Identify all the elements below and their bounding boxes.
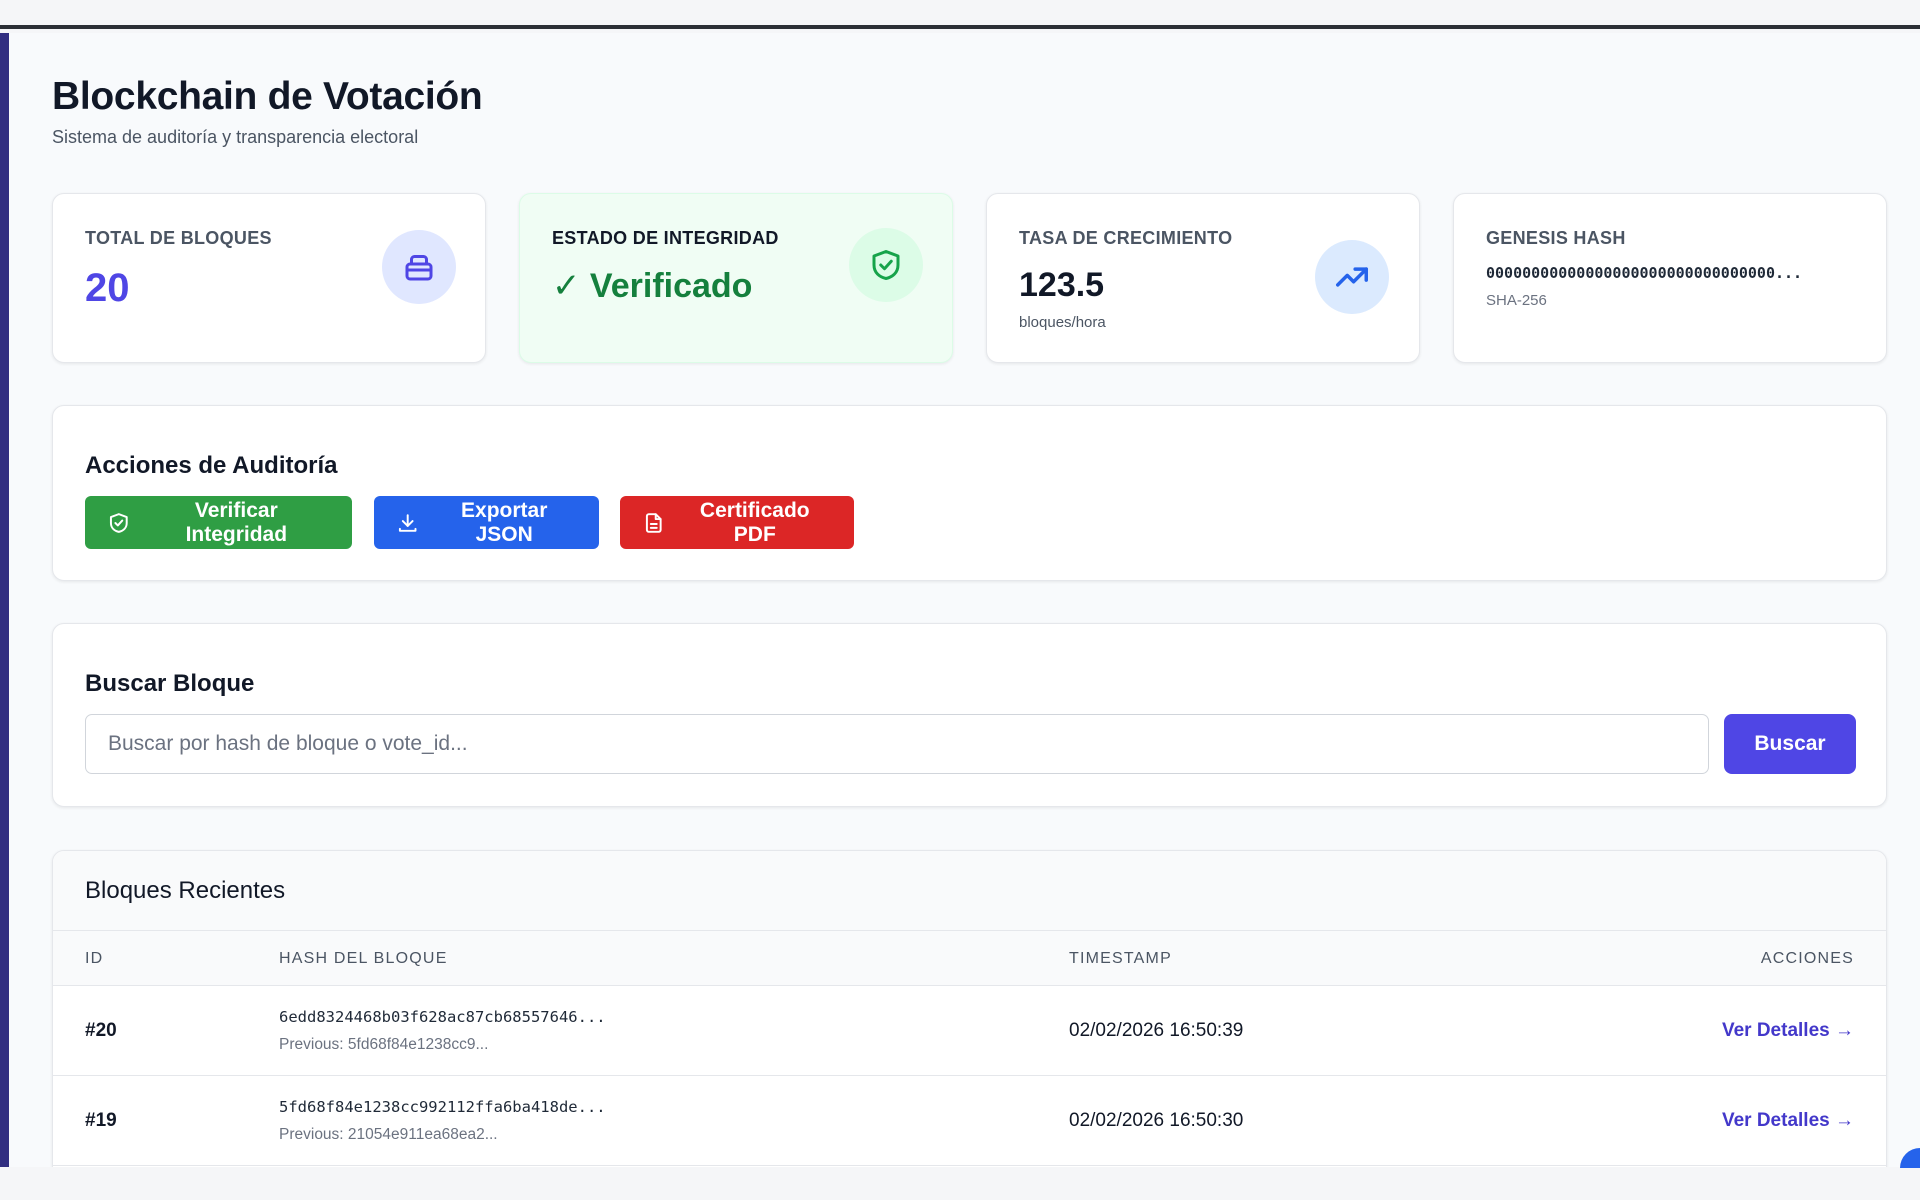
page-title: Blockchain de Votación xyxy=(52,75,483,118)
table-row: #20 6edd8324468b03f628ac87cb68557646... … xyxy=(53,986,1886,1076)
view-details-link[interactable]: Ver Detalles → xyxy=(1722,1110,1854,1132)
shield-check-icon xyxy=(849,228,923,302)
stat-label: TOTAL DE BLOQUES xyxy=(85,228,272,248)
block-timestamp: 02/02/2026 16:50:39 xyxy=(1069,1020,1244,1041)
page-subtitle: Sistema de auditoría y transparencia ele… xyxy=(52,127,419,147)
column-header-hash: HASH DEL BLOQUE xyxy=(279,950,448,967)
column-header-timestamp: TIMESTAMP xyxy=(1069,950,1172,967)
document-icon xyxy=(645,512,662,533)
stat-card-integrity: ESTADO DE INTEGRIDAD ✓ Verificado xyxy=(519,193,953,363)
hash-algorithm: SHA-256 xyxy=(1486,292,1547,309)
section-title: Bloques Recientes xyxy=(85,877,286,904)
search-input[interactable] xyxy=(85,714,1709,774)
view-details-link[interactable]: Ver Detalles → xyxy=(1722,1020,1854,1042)
window-bottom-strip xyxy=(0,1167,1920,1200)
trending-up-icon xyxy=(1315,240,1389,314)
previous-hash: Previous: 21054e911ea68ea2... xyxy=(279,1126,498,1143)
stats-row: TOTAL DE BLOQUES 20 ESTADO DE INTEGRIDAD… xyxy=(52,193,1887,363)
table-header-bar: Bloques Recientes xyxy=(53,851,1886,931)
search-button[interactable]: Buscar xyxy=(1724,714,1856,774)
stat-label: GENESIS HASH xyxy=(1486,228,1626,248)
stat-value: 20 xyxy=(85,266,130,310)
audit-actions-panel: Acciones de Auditoría Verificar Integrid… xyxy=(52,405,1887,581)
button-label: Exportar JSON xyxy=(461,498,548,546)
genesis-hash-value: 00000000000000000000000000000000... xyxy=(1486,264,1803,282)
table-row: #19 5fd68f84e1238cc992112ffa6ba418de... … xyxy=(53,1076,1886,1166)
section-title: Buscar Bloque xyxy=(85,670,255,697)
verify-integrity-button[interactable]: Verificar Integridad xyxy=(85,496,352,549)
shield-check-icon xyxy=(109,512,128,533)
section-title: Acciones de Auditoría xyxy=(85,452,338,479)
block-id: #19 xyxy=(85,1110,117,1131)
block-hash: 5fd68f84e1238cc992112ffa6ba418de... xyxy=(279,1098,606,1116)
sidebar-edge xyxy=(0,33,9,1167)
search-block-panel: Buscar Bloque Buscar xyxy=(52,623,1887,807)
button-label: Certificado PDF xyxy=(699,498,810,546)
stat-label: ESTADO DE INTEGRIDAD xyxy=(552,228,779,248)
block-timestamp: 02/02/2026 16:50:30 xyxy=(1069,1110,1244,1131)
block-hash: 6edd8324468b03f628ac87cb68557646... xyxy=(279,1008,606,1026)
stat-card-genesis-hash: GENESIS HASH 000000000000000000000000000… xyxy=(1453,193,1887,363)
stat-unit: bloques/hora xyxy=(1019,314,1106,331)
column-header-actions: ACCIONES xyxy=(1760,950,1854,967)
main-content: Blockchain de Votación Sistema de audito… xyxy=(9,33,1920,1167)
stat-label: TASA DE CRECIMIENTO xyxy=(1019,228,1233,248)
download-icon xyxy=(398,513,417,532)
window-top-bar xyxy=(0,0,1920,29)
block-id: #20 xyxy=(85,1020,117,1041)
stat-card-growth: TASA DE CRECIMIENTO 123.5 bloques/hora xyxy=(986,193,1420,363)
database-icon xyxy=(382,230,456,304)
button-label: Verificar Integridad xyxy=(185,498,288,546)
stat-card-total-blocks: TOTAL DE BLOQUES 20 xyxy=(52,193,486,363)
previous-hash: Previous: 5fd68f84e1238cc9... xyxy=(279,1036,489,1053)
integrity-status: ✓ Verificado xyxy=(552,267,753,305)
recent-blocks-table: Bloques Recientes ID HASH DEL BLOQUE TIM… xyxy=(52,850,1887,1167)
pdf-certificate-button[interactable]: Certificado PDF xyxy=(620,496,854,549)
column-header-id: ID xyxy=(85,950,104,967)
table-column-headers: ID HASH DEL BLOQUE TIMESTAMP ACCIONES xyxy=(53,931,1886,986)
export-json-button[interactable]: Exportar JSON xyxy=(374,496,599,549)
stat-value: 123.5 xyxy=(1019,266,1105,304)
